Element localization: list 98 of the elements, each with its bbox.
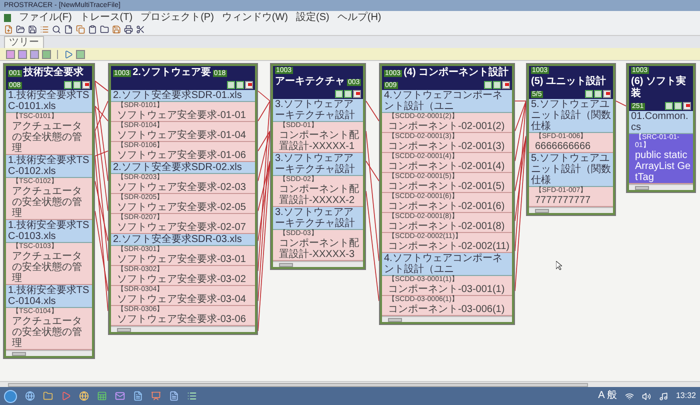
copy-icon[interactable] bbox=[76, 25, 85, 34]
flag-icon[interactable] bbox=[683, 102, 691, 110]
item-name: コンポーネント-02-001(5) bbox=[388, 181, 506, 192]
group-row[interactable]: 2.ソフト安全要求SDR-02.xls bbox=[111, 162, 255, 174]
clipboard-icon[interactable] bbox=[88, 25, 97, 34]
group-row[interactable]: 5.ソフトウェアユニット設計（関数仕様 bbox=[529, 153, 613, 187]
item-name: ソフトウェア安全要求-02-05 bbox=[117, 202, 247, 213]
item-name: コンポーネント-03-006(1) bbox=[388, 304, 506, 315]
document-icon[interactable] bbox=[64, 25, 73, 34]
item-name: アクチュエータの安全状態の管理 bbox=[12, 121, 83, 154]
view-tab[interactable]: ツリー bbox=[4, 36, 44, 48]
list-icon[interactable] bbox=[40, 25, 49, 34]
item-name: コンポーネント-02-002(11) bbox=[388, 241, 511, 252]
horizontal-scrollbar[interactable] bbox=[382, 316, 512, 322]
horizontal-scrollbar[interactable] bbox=[111, 326, 255, 332]
trace-link-line bbox=[616, 100, 626, 106]
item-name: アクチュエータの安全状態の管理 bbox=[12, 251, 83, 284]
item-name: public static ArrayList GetTag bbox=[635, 150, 692, 183]
item-name: 6666666666 bbox=[535, 141, 592, 152]
group-row[interactable]: 01.Common.cs bbox=[629, 111, 693, 134]
music-icon[interactable] bbox=[658, 392, 668, 400]
group-row[interactable]: 1.技術安全要求TSC-0103.xls bbox=[6, 220, 92, 243]
item-name: ソフトウェア安全要求-03-02 bbox=[117, 274, 247, 285]
panel-title: 技術安全要求 bbox=[24, 67, 84, 79]
globe-icon[interactable] bbox=[79, 391, 89, 401]
group-row[interactable]: 1.技術安全要求TSC-0104.xls bbox=[6, 285, 92, 308]
new-file-icon[interactable] bbox=[4, 25, 13, 34]
horizontal-scrollbar[interactable] bbox=[0, 381, 700, 387]
group-row[interactable]: 2.ソフト安全要求SDR-03.xls bbox=[111, 234, 255, 246]
globe-icon[interactable] bbox=[25, 391, 35, 401]
group-row[interactable]: 3.ソフトウェアアーキテクチャ設計 bbox=[273, 99, 363, 122]
menu-item[interactable]: ヘルプ(H) bbox=[337, 12, 382, 22]
flag-icon[interactable] bbox=[603, 90, 611, 98]
open-folder-icon[interactable] bbox=[16, 25, 25, 34]
group-row[interactable]: 3.ソフトウェアアーキテクチャ設計 bbox=[273, 207, 363, 230]
item-name: ソフトウェア安全要求-01-04 bbox=[117, 130, 247, 141]
flag-icon[interactable] bbox=[353, 90, 361, 98]
mouse-cursor-icon bbox=[556, 261, 562, 270]
search-icon[interactable] bbox=[52, 25, 61, 34]
item-name: アクチュエータの安全状態の管理 bbox=[12, 186, 83, 219]
ime-indicator[interactable]: A 般 bbox=[598, 391, 617, 401]
menu-item[interactable]: ファイル(F) bbox=[19, 12, 72, 22]
menu-item[interactable]: ウィンドウ(W) bbox=[222, 12, 288, 22]
group-row[interactable]: 4.ソフトウェアコンポーネント設計（ユニ bbox=[382, 253, 512, 276]
item-name: ソフトウェア安全要求-01-01 bbox=[117, 110, 247, 121]
start-icon[interactable] bbox=[4, 390, 17, 402]
scissors-icon[interactable] bbox=[136, 25, 145, 34]
horizontal-scrollbar[interactable] bbox=[6, 350, 92, 356]
item-name: コンポーネント-02-001(4) bbox=[388, 161, 506, 172]
menu-item[interactable]: 設定(S) bbox=[296, 12, 330, 22]
item-name: コンポーネント-03-001(1) bbox=[388, 284, 506, 295]
group-row[interactable]: 2.ソフト安全要求SDR-01.xls bbox=[111, 90, 255, 102]
mail-icon[interactable] bbox=[115, 391, 125, 401]
item-name: コンポーネント-02-001(2) bbox=[388, 121, 506, 132]
group-row[interactable]: 4.ソフトウェアコンポーネント設計（ユニ bbox=[382, 90, 512, 113]
play-icon[interactable] bbox=[64, 50, 73, 58]
group-row[interactable]: 1.技術安全要求TSC-0102.xls bbox=[6, 155, 92, 178]
item-name: コンポーネント-02-001(3) bbox=[388, 141, 506, 152]
clock: 13:32 bbox=[676, 392, 696, 400]
presentation-icon[interactable] bbox=[151, 391, 161, 401]
item-name: ソフトウェア安全要求-01-06 bbox=[117, 150, 247, 161]
panel-title: (4) コンポーネント設計 bbox=[404, 67, 509, 79]
horizontal-scrollbar[interactable] bbox=[629, 184, 693, 190]
menu-item[interactable]: プロジェクト(P) bbox=[140, 12, 214, 22]
speaker-icon[interactable] bbox=[642, 392, 651, 400]
flag-icon[interactable] bbox=[502, 81, 510, 89]
item-name: ソフトウェア安全要求-02-03 bbox=[117, 182, 247, 193]
menu-item[interactable]: トレース(T) bbox=[80, 12, 133, 22]
item-name: コンポーネント-02-001(8) bbox=[388, 221, 506, 232]
panel-title: (6) ソフト実装 bbox=[631, 76, 687, 100]
item-name: コンポーネント配置設計-XXXXX-1 bbox=[279, 130, 360, 152]
panel-title: (5) ユニット設計 bbox=[531, 76, 606, 88]
item-name: ソフトウェア安全要求-02-07 bbox=[117, 222, 247, 233]
item-name: 7777777777 bbox=[535, 195, 592, 206]
panel-title: アーキテクチャ bbox=[275, 76, 345, 88]
item-name: コンポーネント配置設計-XXXXX-3 bbox=[279, 238, 360, 260]
item-name: コンポーネント-02-001(6) bbox=[388, 201, 506, 212]
item-name: ソフトウェア安全要求-03-01 bbox=[117, 254, 247, 265]
item-name: アクチュエータの安全状態の管理 bbox=[12, 316, 83, 349]
group-row[interactable]: 1.技術安全要求TSC-0101.xls bbox=[6, 90, 92, 113]
item-name: ソフトウェア安全要求-03-04 bbox=[117, 294, 247, 305]
spreadsheet-icon[interactable] bbox=[97, 391, 107, 401]
horizontal-scrollbar[interactable] bbox=[529, 207, 613, 213]
flag-icon[interactable] bbox=[82, 81, 90, 89]
trace-link-line bbox=[366, 100, 380, 122]
group-row[interactable]: 5.ソフトウェアユニット設計（関数仕様 bbox=[529, 99, 613, 133]
list-icon[interactable] bbox=[187, 391, 197, 401]
print-icon[interactable] bbox=[124, 25, 133, 34]
folder-icon[interactable] bbox=[100, 25, 109, 34]
horizontal-scrollbar[interactable] bbox=[273, 261, 363, 267]
flag-icon[interactable] bbox=[245, 81, 253, 89]
group-row[interactable]: 3.ソフトウェアアーキテクチャ設計 bbox=[273, 153, 363, 176]
panel-title: 2.ソフトウェア要 bbox=[132, 67, 211, 79]
item-name: ソフトウェア安全要求-03-06 bbox=[117, 314, 247, 325]
play-icon[interactable] bbox=[61, 391, 71, 401]
network-icon[interactable] bbox=[624, 392, 634, 400]
save-icon[interactable] bbox=[28, 25, 37, 34]
item-name: コンポーネント配置設計-XXXXX-2 bbox=[279, 184, 360, 206]
